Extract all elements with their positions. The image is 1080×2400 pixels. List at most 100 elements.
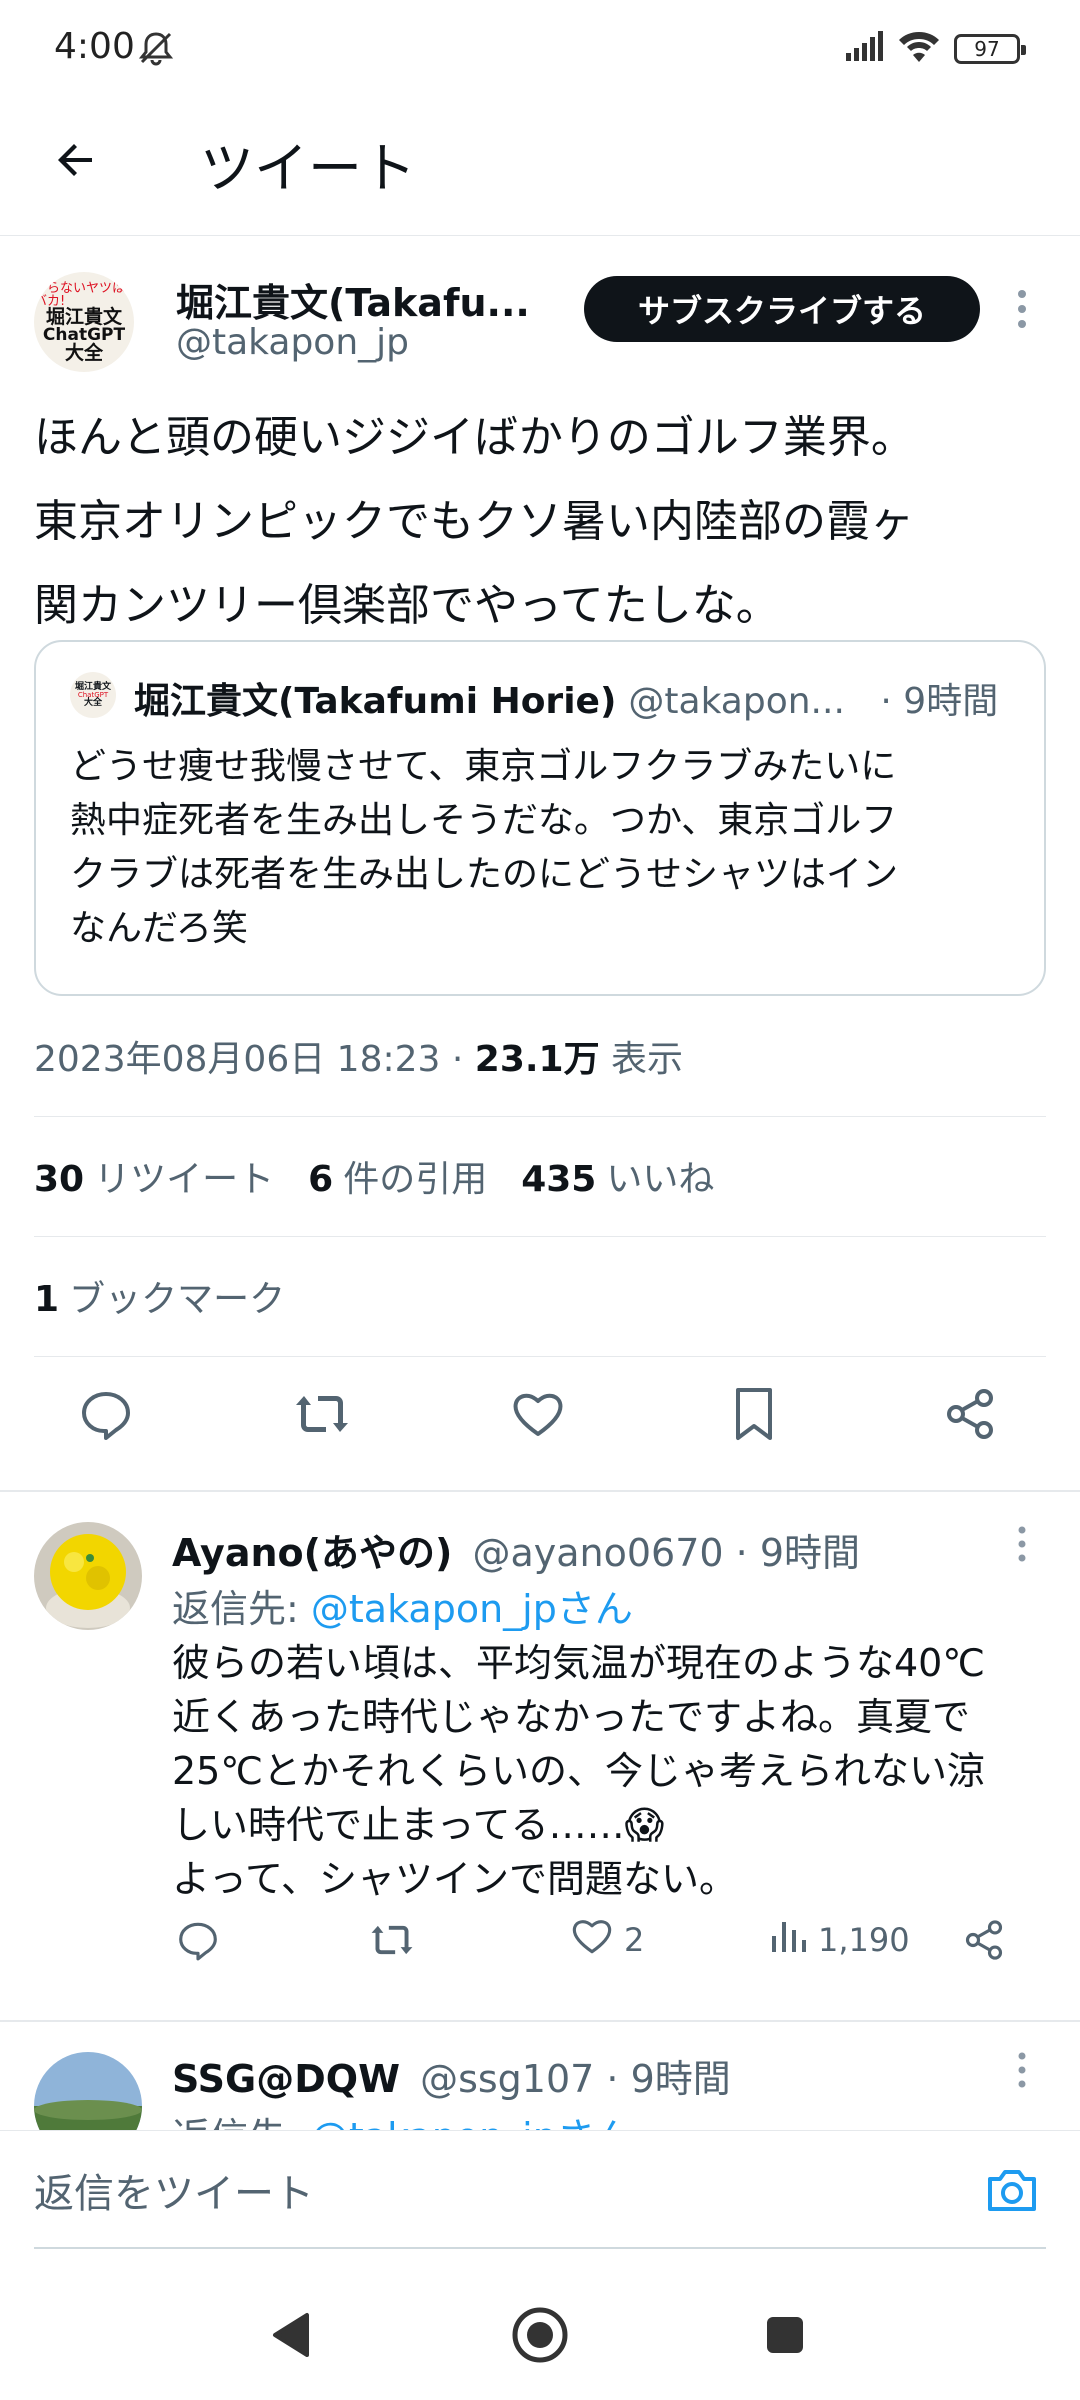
views-count[interactable]: 23.1万 (475, 1039, 600, 1080)
battery-icon: 97 (954, 34, 1026, 64)
reply-to: 返信先: @takapon_jpさん (172, 2106, 633, 2130)
reply-to: 返信先: @takapon_jpさん (172, 1578, 633, 1633)
reply-author-handle[interactable]: @ayano0670 (472, 1531, 723, 1575)
views-count: 1,190 (818, 1921, 910, 1959)
reply-composer: 返信をツイート (0, 2130, 1080, 2260)
reply-line: 近くあった時代じゃなかったですよね。真夏で (172, 1695, 971, 1739)
quote-line: なんだろ笑 (70, 908, 248, 949)
more-options-icon[interactable] (1010, 1524, 1034, 1564)
system-nav-bar (0, 2260, 1080, 2400)
tweet-line: ほんと頭の硬いジジイばかりのゴルフ業界。 (34, 412, 915, 463)
top-app-bar: ツイート (0, 96, 1080, 236)
tweet-date: 2023年08月06日 18:23 · (34, 1039, 475, 1080)
quote-header: 堀江貴文(Takafumi Horie) @takapon... · 9時間 (134, 672, 998, 724)
reply-to-prefix: 返信先: (172, 1587, 311, 1631)
quote-author-handle: @takapon... (628, 681, 845, 722)
page-title: ツイート (200, 137, 416, 200)
bookmarks-count: 1 (34, 1279, 60, 1320)
avatar-caption: 大全 (64, 341, 103, 364)
bookmark-icon[interactable] (722, 1382, 786, 1446)
reply-line: 25℃とかそれくらいの、今じゃ考えられない涼 (172, 1749, 986, 1793)
reply-input[interactable]: 返信をツイート (34, 2161, 314, 2219)
quote-timestamp: · 9時間 (880, 681, 999, 722)
quotes-label: 件の引用 (343, 1159, 488, 1200)
avatar-subtitle: ChatGPT (42, 324, 126, 345)
retweets-count: 30 (34, 1159, 85, 1200)
more-options-icon[interactable] (1010, 2050, 1034, 2090)
retweets-stat[interactable]: 30 リツイート (34, 1150, 274, 1202)
quote-line: クラブは死者を生み出したのにどうせシャツはイン (70, 854, 899, 895)
like-count: 2 (624, 1921, 645, 1959)
do-not-disturb-icon (136, 28, 176, 72)
tweet-line: 関カンツリー倶楽部でやってたしな。 (34, 580, 780, 631)
share-icon[interactable] (962, 1910, 1006, 1970)
quote-avatar: 堀江貴文 ChatGPT 大全 (70, 672, 116, 718)
camera-icon[interactable] (982, 2161, 1042, 2221)
likes-stat[interactable]: 435 いいね (521, 1150, 714, 1202)
quote-body: どうせ痩せ我慢させて、東京ゴルフクラブみたいに 熱中症死者を生み出しそうだな。つ… (70, 740, 1020, 956)
tweet-line: 東京オリンピックでもクソ暑い内陸部の霞ヶ (34, 496, 914, 547)
avatar[interactable] (34, 2052, 142, 2130)
nav-back-icon[interactable] (256, 2300, 326, 2370)
tweet-actions (0, 1356, 1080, 1470)
reply-line: 彼らの若い頃は、平均気温が現在のような40℃ (172, 1641, 986, 1685)
like-icon (570, 1914, 614, 1966)
quoted-tweet[interactable]: 堀江貴文 ChatGPT 大全 堀江貴文(Takafumi Horie) @ta… (34, 640, 1046, 996)
reply-author-name[interactable]: SSG@DQW (172, 2057, 400, 2101)
tweet-body: ほんと頭の硬いジジイばかりのゴルフ業界。 東京オリンピックでもクソ暑い内陸部の霞… (34, 396, 1054, 648)
bookmarks-stat[interactable]: 1 ブックマーク (34, 1270, 285, 1322)
bookmarks-label: ブックマーク (69, 1279, 286, 1320)
author-handle[interactable]: @takapon_jp (176, 322, 409, 363)
reply-line: しい時代で止まってる……😱 (172, 1803, 665, 1847)
nav-recents-icon[interactable] (750, 2300, 820, 2370)
input-underline (34, 2247, 1046, 2249)
quote-avatar-caption: 大全 (83, 697, 102, 708)
avatar[interactable] (34, 1522, 142, 1630)
reply-body: 彼らの若い頃は、平均気温が現在のような40℃ 近くあった時代じゃなかったですよね… (172, 1636, 1052, 1906)
reply-header: Ayano(あやの) @ayano0670 · 9時間 (172, 1522, 860, 1577)
avatar-tagline: やらないヤツはバカ! (34, 280, 126, 309)
views-button[interactable]: 1,190 (768, 1910, 910, 1970)
reply-to-mention[interactable]: @takapon_jpさん (311, 2115, 633, 2130)
reply-line: よって、シャツインで問題ない。 (172, 1857, 738, 1901)
quotes-count: 6 (308, 1159, 334, 1200)
reply-to-mention[interactable]: @takapon_jpさん (311, 1587, 633, 1631)
author-name[interactable]: 堀江貴文(Takafu... (176, 272, 536, 327)
share-icon[interactable] (938, 1382, 1002, 1446)
quote-line: どうせ痩せ我慢させて、東京ゴルフクラブみたいに (70, 746, 897, 787)
like-icon[interactable] (506, 1382, 570, 1446)
engagement-stats: 30 リツイート 6 件の引用 435 いいね (34, 1150, 714, 1202)
quotes-stat[interactable]: 6 件の引用 (308, 1150, 487, 1202)
likes-count: 435 (521, 1159, 597, 1200)
reply-icon[interactable] (176, 1910, 220, 1970)
status-icons: 97 (844, 30, 1026, 68)
avatar[interactable]: やらないヤツはバカ! 堀江貴文 ChatGPT 大全 (34, 272, 134, 372)
reply-to-prefix: 返信先: (172, 2115, 311, 2130)
reply-tweet[interactable]: SSG@DQW @ssg107 · 9時間 返信先: @takapon_jpさん (0, 2022, 1080, 2130)
thread-divider (0, 1490, 1080, 1492)
reply-author-name[interactable]: Ayano(あやの) (172, 1531, 452, 1575)
signal-icon (844, 31, 884, 67)
reply-icon[interactable] (74, 1382, 138, 1446)
views-label: 表示 (599, 1039, 684, 1080)
nav-home-icon[interactable] (505, 2300, 575, 2370)
like-button[interactable]: 2 (570, 1910, 644, 1970)
wifi-icon (898, 30, 940, 68)
reply-timestamp: · 9時間 (723, 1531, 860, 1575)
retweets-label: リツイート (94, 1159, 275, 1200)
retweet-icon[interactable] (368, 1910, 416, 1970)
retweet-icon[interactable] (290, 1382, 354, 1446)
more-options-icon[interactable] (1010, 284, 1034, 334)
reply-timestamp: · 9時間 (594, 2057, 731, 2101)
quote-line: 熱中症死者を生み出しそうだな。つか、東京ゴルフ (70, 800, 898, 841)
views-icon (768, 1916, 808, 1964)
back-arrow-icon[interactable] (44, 128, 108, 192)
divider (34, 1116, 1046, 1117)
avatar-title: 堀江貴文 (45, 305, 122, 328)
likes-label: いいね (606, 1159, 715, 1200)
reply-header: SSG@DQW @ssg107 · 9時間 (172, 2048, 731, 2103)
subscribe-button[interactable]: サブスクライブする (584, 276, 980, 342)
status-bar: 4:00 97 (0, 0, 1080, 96)
reply-author-handle[interactable]: @ssg107 (420, 2057, 594, 2101)
tweet-meta: 2023年08月06日 18:23 · 23.1万 表示 (34, 1030, 683, 1082)
